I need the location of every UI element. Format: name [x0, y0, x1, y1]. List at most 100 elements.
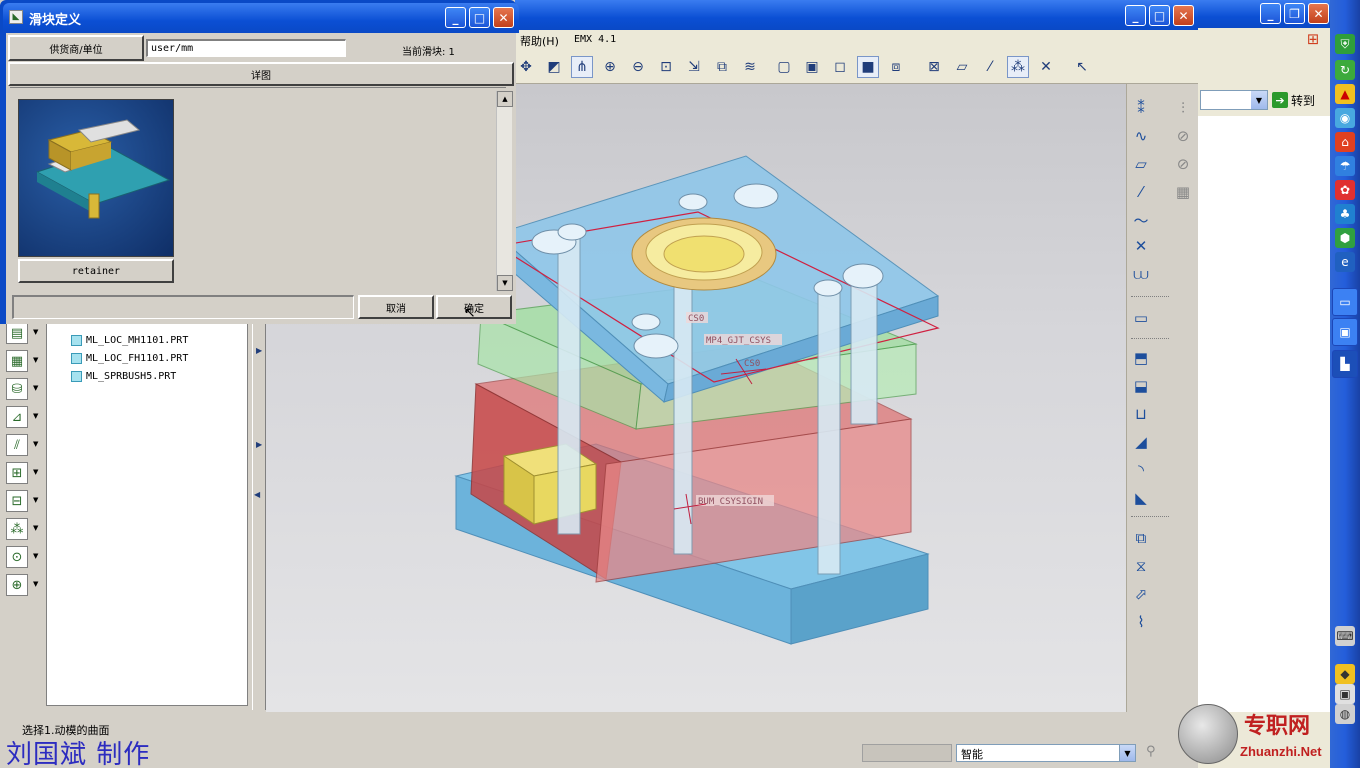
supplier-units-button[interactable]: 供货商/单位 — [8, 35, 144, 61]
slider-thumbnail[interactable] — [18, 99, 174, 257]
dropdown-arrow-icon[interactable]: ▼ — [33, 580, 38, 588]
sketch-curve-icon[interactable]: ∿ — [1129, 124, 1153, 148]
zoom-out-icon[interactable]: ⊖ — [627, 56, 649, 78]
shield-icon[interactable]: ⛨ — [1335, 34, 1355, 54]
network-icon[interactable]: ◉ — [1335, 108, 1355, 128]
offset-tool-icon[interactable]: ⬀ — [1129, 582, 1153, 606]
dropdown-arrow-icon[interactable]: ▼ — [33, 384, 38, 392]
tray-icon[interactable]: ◆ — [1335, 664, 1355, 684]
model-display-icon[interactable]: ⧈ — [885, 56, 907, 78]
emx-cooling-icon[interactable]: ⁂ — [6, 518, 28, 540]
collapse-arrow-icon[interactable]: ▶ — [256, 440, 262, 449]
menu-emx[interactable]: EMX 4.1 — [574, 34, 616, 45]
emx-guide-icon[interactable]: ⊿ — [6, 406, 28, 428]
lock-icon[interactable]: ⚲ — [1146, 744, 1156, 759]
datum-points-icon[interactable]: ⁂ — [1007, 56, 1029, 78]
expand-arrow-icon[interactable]: ◀ — [254, 490, 260, 499]
dropdown-arrow-icon[interactable]: ▼ — [33, 496, 38, 504]
dropdown-arrow-icon[interactable]: ▼ — [33, 328, 38, 336]
dropdown-arrow-icon[interactable]: ▼ — [33, 412, 38, 420]
selection-filter-select[interactable]: 智能 ▼ — [956, 744, 1136, 762]
dropdown-arrow-icon[interactable]: ▼ — [33, 440, 38, 448]
copy-tool-icon[interactable]: ⧉ — [1129, 526, 1153, 550]
umbrella-icon[interactable]: ☂ — [1335, 156, 1355, 176]
chamfer-tool-icon[interactable]: ◣ — [1129, 486, 1153, 510]
dropdown-arrow-icon[interactable]: ▼ — [33, 468, 38, 476]
emx-slider-icon[interactable]: ⊟ — [6, 490, 28, 512]
revolve-tool-icon[interactable]: ⬓ — [1129, 374, 1153, 398]
saved-views-icon[interactable]: ⧉ — [711, 56, 733, 78]
units-field[interactable]: user/mm — [146, 39, 346, 57]
chevron-down-icon[interactable]: ▼ — [1251, 91, 1267, 109]
minimize-button[interactable]: _ — [445, 7, 466, 28]
emx-screw-icon[interactable]: ⊞ — [6, 462, 28, 484]
maximize-button[interactable]: □ — [1149, 5, 1170, 26]
app-green-icon[interactable]: ⬢ — [1335, 228, 1355, 248]
zoom-in-icon[interactable]: ⊕ — [599, 56, 621, 78]
extrude-tool-icon[interactable]: ⬒ — [1129, 346, 1153, 370]
tree-item[interactable]: ML_LOC_MH1101.PRT — [71, 335, 188, 346]
hidden-line-icon[interactable]: ▣ — [801, 56, 823, 78]
browser-titlebar[interactable]: _ ❐ ✕ — [1198, 0, 1330, 28]
emx-plates-icon[interactable]: ▦ — [6, 350, 28, 372]
cancel-button[interactable]: 取消 — [358, 295, 434, 319]
minimize-button[interactable]: _ — [1125, 5, 1146, 26]
tree-splitter[interactable]: ▶ ▶ ◀ — [252, 310, 266, 710]
surface-tool-icon[interactable]: ⌇ — [1129, 610, 1153, 634]
ie-icon[interactable]: e — [1335, 252, 1355, 272]
analysis-feature-icon[interactable]: ⩊ — [1129, 262, 1153, 286]
scroll-up-icon[interactable]: ▲ — [497, 91, 513, 107]
minimize-button[interactable]: _ — [1260, 3, 1281, 24]
tree-item[interactable]: ML_SPRBUSH5.PRT — [71, 371, 176, 382]
home-icon[interactable]: ⌂ — [1335, 132, 1355, 152]
round-tool-icon[interactable]: ◝ — [1129, 458, 1153, 482]
warning-icon[interactable]: ▲ — [1335, 84, 1355, 104]
coordinate-system-tool-icon[interactable]: ✕ — [1129, 234, 1153, 258]
close-button[interactable]: ✕ — [493, 7, 514, 28]
refit-icon[interactable]: ⊡ — [655, 56, 677, 78]
close-button[interactable]: ✕ — [1308, 3, 1329, 24]
datum-curve-tool-icon[interactable]: 〜 — [1129, 208, 1153, 232]
wireframe-icon[interactable]: ▢ — [773, 56, 795, 78]
datum-display-icon[interactable]: ⋔ — [571, 56, 593, 78]
menu-help[interactable]: 帮助(H) — [520, 33, 559, 49]
datum-point-tool-icon[interactable]: ⁑ — [1129, 96, 1153, 120]
layers-icon[interactable]: ≋ — [739, 56, 761, 78]
detail-view-button[interactable]: 详图 — [8, 62, 514, 86]
taskbar-window-tab[interactable]: ▭ — [1332, 288, 1358, 316]
tray-icon[interactable]: ▣ — [1335, 684, 1355, 704]
taskbar-folder-tab[interactable]: ▣ — [1332, 318, 1358, 346]
go-button[interactable]: ➔ 转到 — [1272, 90, 1330, 110]
dialog-titlebar[interactable]: ◣ 滑块定义 _ □ ✕ — [3, 3, 519, 33]
address-input[interactable]: ▼ — [1200, 90, 1268, 110]
orient-icon[interactable]: ◩ — [543, 56, 565, 78]
dropdown-arrow-icon[interactable]: ▼ — [33, 552, 38, 560]
datum-axis-tool-icon[interactable]: ⁄ — [1129, 180, 1153, 204]
emx-bom-icon[interactable]: ⊕ — [6, 574, 28, 596]
datum-axes-icon[interactable]: ⁄ — [979, 56, 1001, 78]
shading-icon[interactable]: ■ — [857, 56, 879, 78]
context-help-icon[interactable]: ↖ — [1071, 56, 1093, 78]
main-titlebar[interactable]: _ □ ✕ — [515, 0, 1198, 30]
dropdown-arrow-icon[interactable]: ▼ — [33, 524, 38, 532]
model-tree[interactable]: ML_LOC_MH1101.PRT ML_LOC_FH1101.PRT ML_S… — [46, 310, 248, 706]
no-hidden-icon[interactable]: ◻ — [829, 56, 851, 78]
taskbar-proe-tab[interactable]: ▙ — [1332, 350, 1358, 378]
dropdown-arrow-icon[interactable]: ▼ — [33, 356, 38, 364]
keyboard-icon[interactable]: ⌨ — [1335, 626, 1355, 646]
restore-button[interactable]: ❐ — [1284, 3, 1305, 24]
emx-components-icon[interactable]: ⊙ — [6, 546, 28, 568]
blend-tool-icon[interactable]: ◢ — [1129, 430, 1153, 454]
thumbnail-scrollbar[interactable]: ▲ ▼ — [496, 91, 513, 291]
sweep-tool-icon[interactable]: ⊔ — [1129, 402, 1153, 426]
scroll-down-icon[interactable]: ▼ — [497, 275, 513, 291]
emx-database-icon[interactable]: ⛁ — [6, 378, 28, 400]
close-window-icon[interactable]: ⊠ — [923, 56, 945, 78]
reorient-icon[interactable]: ⇲ — [683, 56, 705, 78]
close-button[interactable]: ✕ — [1173, 5, 1194, 26]
app-blue-icon[interactable]: ♣ — [1335, 204, 1355, 224]
thumbnail-caption-button[interactable]: retainer — [18, 259, 174, 283]
tree-item[interactable]: ML_LOC_FH1101.PRT — [71, 353, 188, 364]
emx-ejector-icon[interactable]: ⫽ — [6, 434, 28, 456]
spin-center-icon[interactable]: ✥ — [515, 56, 537, 78]
